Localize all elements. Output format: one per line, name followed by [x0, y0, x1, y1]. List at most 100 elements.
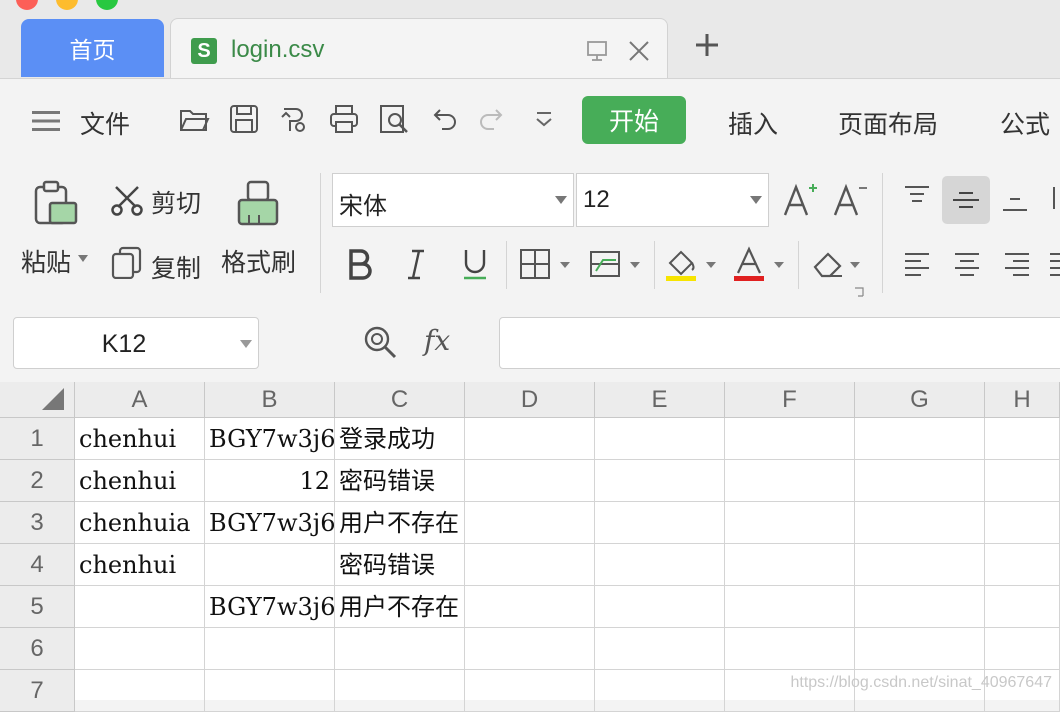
- font-size-select[interactable]: 12: [576, 173, 769, 227]
- cell-h4[interactable]: [985, 544, 1060, 586]
- cell-c2[interactable]: 密码错误: [335, 460, 465, 502]
- underline-icon[interactable]: [460, 247, 490, 281]
- redo-icon[interactable]: [476, 103, 508, 135]
- tab-login-csv[interactable]: S login.csv: [170, 18, 668, 78]
- name-box[interactable]: K12: [13, 317, 259, 369]
- align-right-icon[interactable]: [1002, 249, 1032, 279]
- cell-b6[interactable]: [205, 628, 335, 670]
- cell-f3[interactable]: [725, 502, 855, 544]
- cell-f1[interactable]: [725, 418, 855, 460]
- cell-d5[interactable]: [465, 586, 595, 628]
- cell-c3[interactable]: 用户不存在: [335, 502, 465, 544]
- cell-b1[interactable]: BGY7w3j6: [205, 418, 335, 460]
- cell-d6[interactable]: [465, 628, 595, 670]
- cell-a3[interactable]: chenhuia: [75, 502, 205, 544]
- close-tab-icon[interactable]: [627, 39, 651, 63]
- cell-g6[interactable]: [855, 628, 985, 670]
- hamburger-menu-icon[interactable]: [32, 111, 60, 131]
- menu-formula[interactable]: 公式: [1000, 105, 1050, 141]
- cell-e2[interactable]: [595, 460, 725, 502]
- close-window-button[interactable]: [16, 0, 38, 10]
- scissors-icon[interactable]: [110, 183, 144, 217]
- align-bottom-icon[interactable]: [1000, 185, 1030, 215]
- cell-b4[interactable]: [205, 544, 335, 586]
- column-header-a[interactable]: A: [75, 382, 205, 418]
- undo-icon[interactable]: [428, 103, 460, 135]
- cell-a6[interactable]: [75, 628, 205, 670]
- save-icon[interactable]: [228, 103, 260, 135]
- chevron-down-icon[interactable]: [240, 340, 252, 348]
- cell-c4[interactable]: 密码错误: [335, 544, 465, 586]
- cell-b2[interactable]: 12: [205, 460, 335, 502]
- italic-icon[interactable]: [402, 247, 430, 281]
- copy-label[interactable]: 复制: [151, 249, 201, 285]
- format-painter-label[interactable]: 格式刷: [221, 243, 296, 279]
- cell-f6[interactable]: [725, 628, 855, 670]
- decrease-font-size-icon[interactable]: [832, 179, 870, 219]
- column-header-c[interactable]: C: [335, 382, 465, 418]
- cell-a1[interactable]: chenhui: [75, 418, 205, 460]
- cell-d3[interactable]: [465, 502, 595, 544]
- row-header[interactable]: 5: [0, 586, 75, 628]
- open-folder-icon[interactable]: [178, 103, 210, 135]
- select-all-corner[interactable]: [0, 382, 75, 418]
- paste-dropdown-icon[interactable]: [78, 255, 88, 262]
- cell-e3[interactable]: [595, 502, 725, 544]
- font-settings-launcher-icon[interactable]: [854, 287, 864, 297]
- align-center-icon[interactable]: [952, 249, 982, 279]
- export-pdf-icon[interactable]: [278, 103, 310, 135]
- column-header-b[interactable]: B: [205, 382, 335, 418]
- cell-b5[interactable]: BGY7w3j6: [205, 586, 335, 628]
- formula-input[interactable]: [499, 317, 1060, 369]
- cell-g4[interactable]: [855, 544, 985, 586]
- cell-e5[interactable]: [595, 586, 725, 628]
- cell-c6[interactable]: [335, 628, 465, 670]
- minimize-window-button[interactable]: [56, 0, 78, 10]
- cell-c7[interactable]: [335, 670, 465, 712]
- column-header-g[interactable]: G: [855, 382, 985, 418]
- new-tab-icon[interactable]: [692, 30, 722, 60]
- cell-d7[interactable]: [465, 670, 595, 712]
- row-header[interactable]: 3: [0, 502, 75, 544]
- cell-g2[interactable]: [855, 460, 985, 502]
- row-header[interactable]: 6: [0, 628, 75, 670]
- cell-g3[interactable]: [855, 502, 985, 544]
- row-header[interactable]: 1: [0, 418, 75, 460]
- cell-b3[interactable]: BGY7w3j6: [205, 502, 335, 544]
- menu-page-layout[interactable]: 页面布局: [838, 105, 938, 141]
- cell-g5[interactable]: [855, 586, 985, 628]
- print-icon[interactable]: [328, 103, 360, 135]
- copy-icon[interactable]: [110, 245, 144, 279]
- cell-f2[interactable]: [725, 460, 855, 502]
- row-header[interactable]: 2: [0, 460, 75, 502]
- cell-h2[interactable]: [985, 460, 1060, 502]
- cell-f5[interactable]: [725, 586, 855, 628]
- font-name-select[interactable]: 宋体: [332, 173, 574, 227]
- cell-a7[interactable]: [75, 670, 205, 712]
- cell-f4[interactable]: [725, 544, 855, 586]
- cell-c5[interactable]: 用户不存在: [335, 586, 465, 628]
- cell-e1[interactable]: [595, 418, 725, 460]
- borders-icon[interactable]: [518, 247, 574, 281]
- align-top-icon[interactable]: [902, 183, 932, 213]
- format-painter-icon[interactable]: [234, 179, 282, 229]
- align-middle-icon[interactable]: [951, 186, 981, 216]
- eraser-icon[interactable]: [810, 247, 868, 281]
- fill-color-icon[interactable]: [664, 245, 722, 283]
- cell-h6[interactable]: [985, 628, 1060, 670]
- justify-icon[interactable]: [1048, 249, 1060, 279]
- column-header-h[interactable]: H: [985, 382, 1060, 418]
- cell-d4[interactable]: [465, 544, 595, 586]
- fx-icon[interactable]: fx: [424, 324, 450, 357]
- cell-c1[interactable]: 登录成功: [335, 418, 465, 460]
- paste-label[interactable]: 粘贴: [21, 243, 71, 279]
- cell-g1[interactable]: [855, 418, 985, 460]
- column-header-d[interactable]: D: [465, 382, 595, 418]
- cell-a5[interactable]: [75, 586, 205, 628]
- cell-a4[interactable]: chenhui: [75, 544, 205, 586]
- window-pin-icon[interactable]: [585, 39, 609, 63]
- cut-label[interactable]: 剪切: [151, 184, 201, 220]
- zoom-search-icon[interactable]: [362, 324, 398, 362]
- print-preview-icon[interactable]: [378, 103, 410, 135]
- row-header[interactable]: 4: [0, 544, 75, 586]
